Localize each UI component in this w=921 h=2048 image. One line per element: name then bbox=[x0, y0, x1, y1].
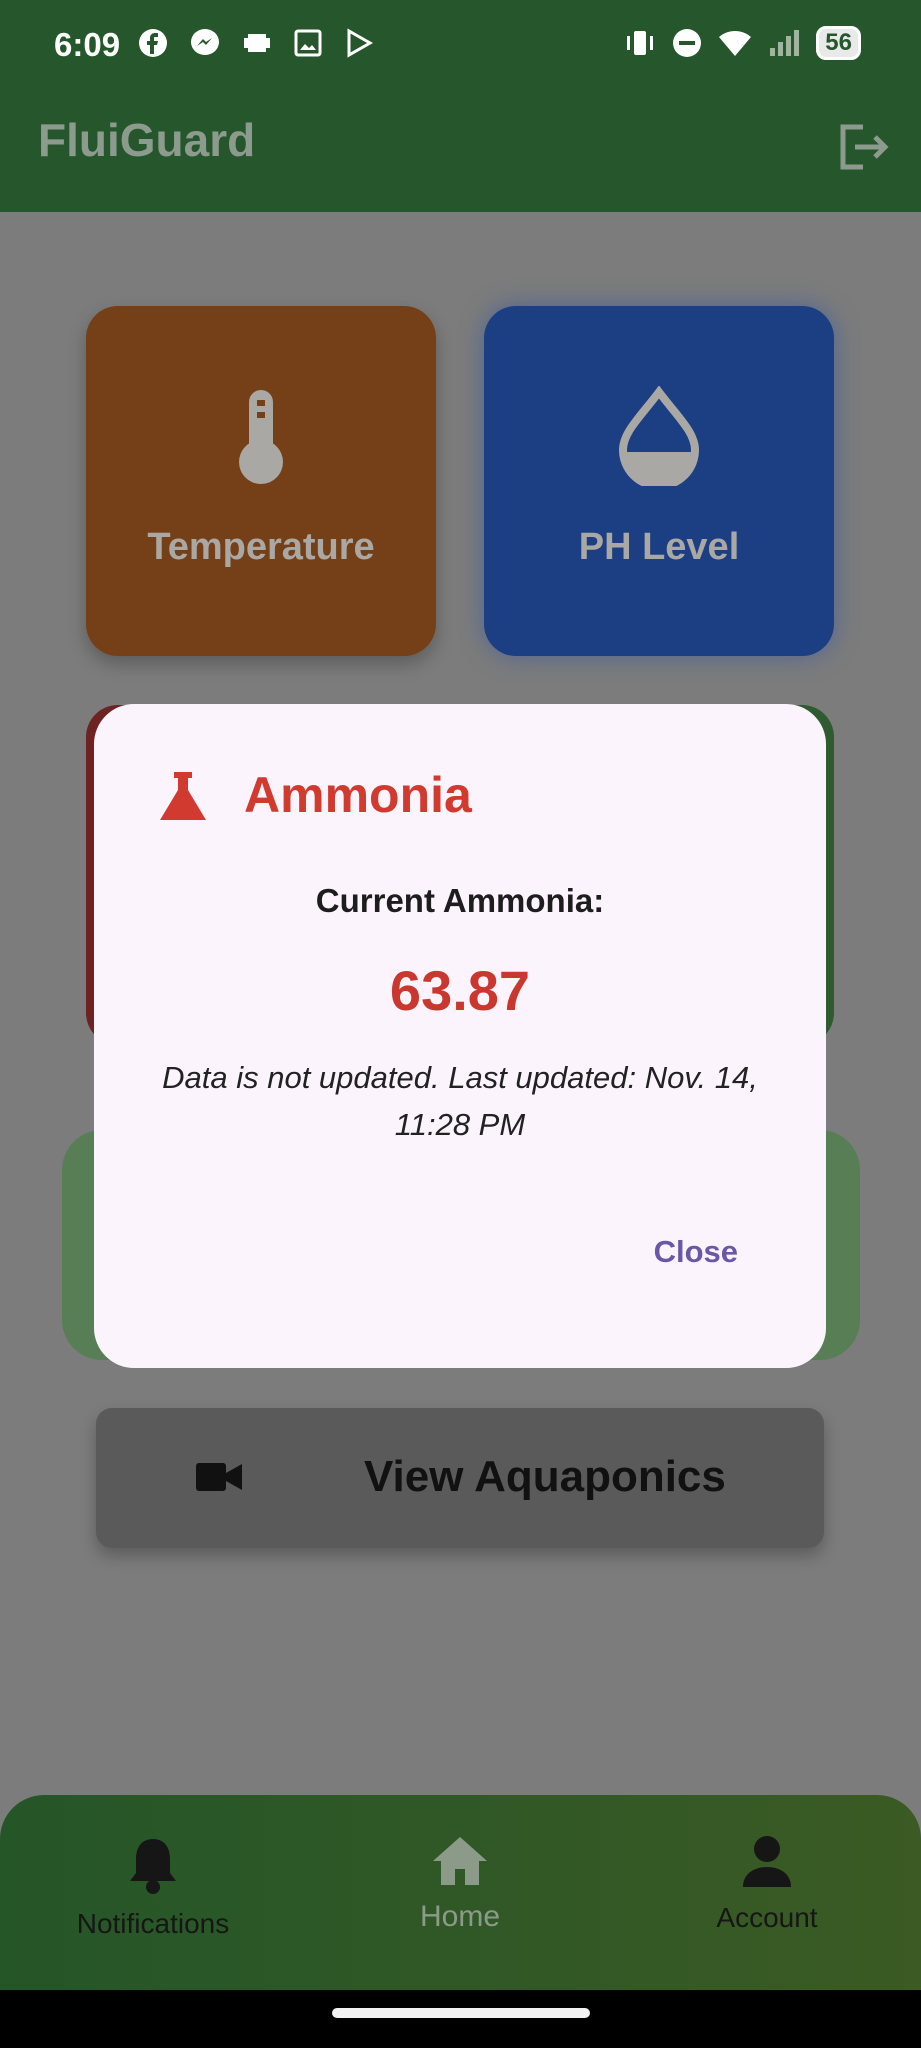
temperature-label: Temperature bbox=[147, 526, 375, 568]
battery-indicator: 56 bbox=[816, 26, 861, 60]
app-bar: FluiGuard bbox=[0, 95, 921, 212]
temperature-tile[interactable]: Temperature bbox=[86, 306, 436, 656]
do-not-disturb-icon bbox=[673, 29, 702, 57]
ammonia-dialog: Ammonia Current Ammonia: 63.87 Data is n… bbox=[94, 704, 826, 1368]
view-aquaponics-label: View Aquaponics bbox=[364, 1452, 726, 1501]
image-icon bbox=[294, 29, 322, 57]
nav-account[interactable]: Account bbox=[647, 1835, 887, 1934]
home-icon bbox=[433, 1837, 487, 1885]
home-gesture-pill[interactable] bbox=[332, 2008, 590, 2018]
status-time: 6:09 bbox=[54, 26, 121, 63]
water-drop-icon bbox=[618, 386, 700, 486]
ammonia-value: 63.87 bbox=[389, 959, 531, 1022]
person-icon bbox=[743, 1836, 791, 1887]
flask-icon bbox=[160, 772, 206, 820]
thermometer-icon bbox=[239, 390, 283, 484]
chip-icon bbox=[244, 34, 270, 52]
system-navigation-bar bbox=[0, 1990, 921, 2048]
close-button[interactable]: Close bbox=[654, 1234, 738, 1270]
video-camera-icon bbox=[196, 1463, 242, 1491]
view-aquaponics-button[interactable]: View Aquaponics bbox=[96, 1408, 824, 1548]
nav-home-label: Home bbox=[419, 1900, 501, 1933]
ph-level-label: PH Level bbox=[578, 526, 740, 568]
vibrate-icon bbox=[627, 31, 654, 55]
wifi-icon bbox=[719, 31, 752, 56]
facebook-icon bbox=[139, 29, 167, 57]
signal-icon bbox=[770, 30, 800, 56]
notification-icons bbox=[138, 28, 374, 58]
nav-notifications[interactable]: Notifications bbox=[33, 1835, 273, 1940]
nav-home[interactable]: Home bbox=[340, 1835, 580, 1934]
messenger-icon bbox=[191, 29, 219, 55]
bottom-navigation: Notifications Home Account bbox=[0, 1795, 921, 1990]
last-updated-note: Data is not updated. Last updated: Nov. … bbox=[162, 1060, 758, 1142]
status-bar: 6:09 56 bbox=[0, 0, 921, 95]
dialog-title: Ammonia bbox=[244, 767, 472, 823]
logout-icon[interactable] bbox=[831, 117, 891, 177]
system-icons: 56 bbox=[624, 26, 861, 60]
nav-account-label: Account bbox=[716, 1902, 818, 1933]
nav-notifications-label: Notifications bbox=[76, 1908, 230, 1939]
play-store-icon bbox=[347, 28, 374, 58]
app-title: FluiGuard bbox=[38, 114, 256, 166]
ph-level-tile[interactable]: PH Level bbox=[484, 306, 834, 656]
bell-icon bbox=[130, 1839, 176, 1894]
dialog-subtitle: Current Ammonia: bbox=[315, 882, 605, 919]
